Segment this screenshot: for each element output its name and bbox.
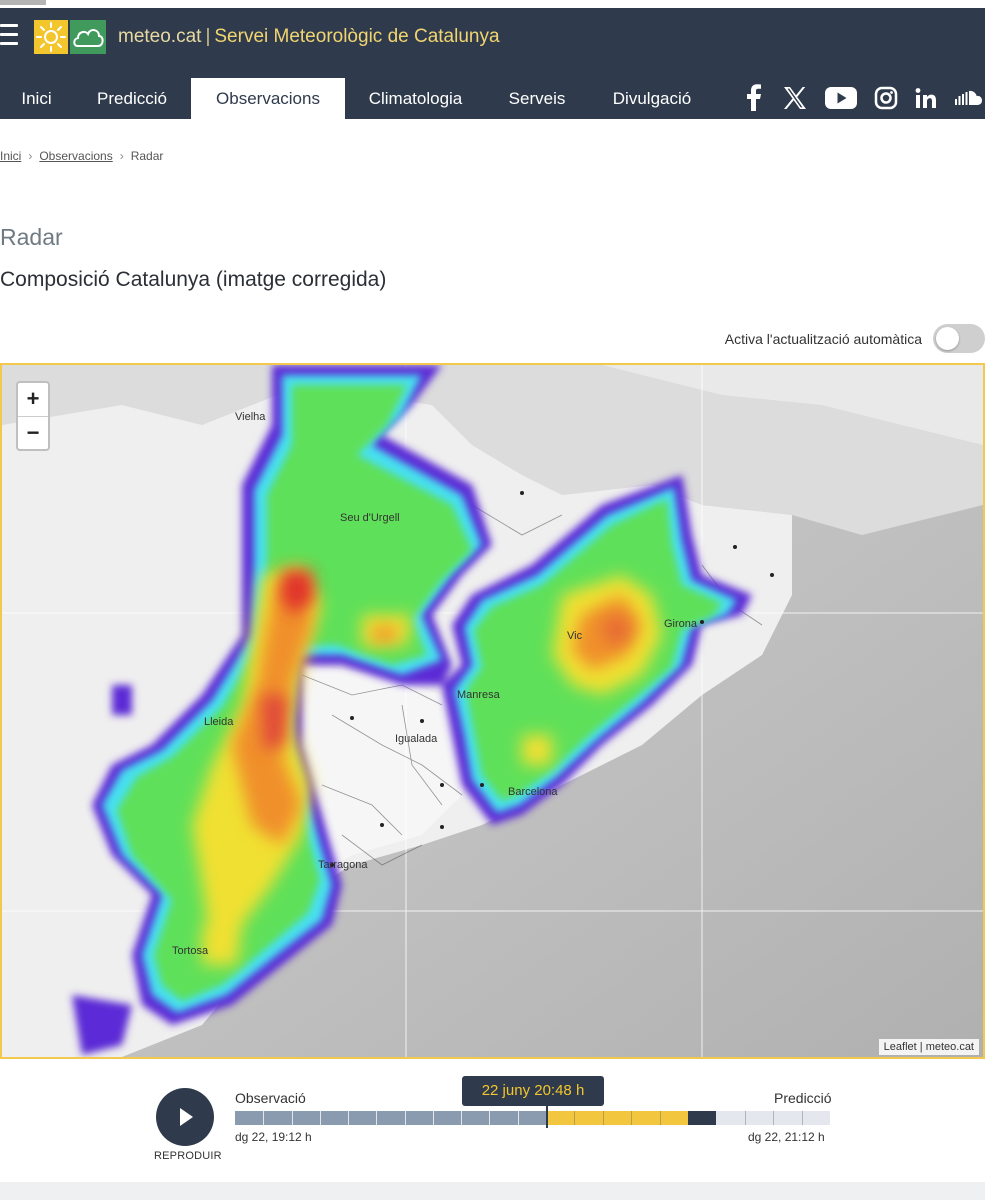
timeline-tick [263, 1111, 264, 1125]
tab-serveis[interactable]: Serveis [486, 78, 588, 119]
gencat-logo [0, 0, 46, 5]
map-label: Manresa [457, 689, 501, 701]
instagram-icon[interactable] [874, 84, 898, 112]
timeline-tick [376, 1111, 377, 1125]
zoom-control: + − [16, 381, 50, 451]
cloud-logo-icon[interactable] [70, 20, 106, 54]
prediction-label: Predicció [774, 1090, 832, 1106]
timeline-tick [773, 1111, 774, 1125]
map-label: Lleida [204, 716, 234, 728]
timeline-tick [660, 1111, 661, 1125]
footer-strip [0, 1182, 985, 1200]
timeline-tick [292, 1111, 293, 1125]
main-nav: Inici Predicció Observacions Climatologi… [0, 78, 985, 119]
sun-logo-icon[interactable] [34, 20, 68, 54]
current-step-segment[interactable] [688, 1111, 716, 1125]
soundcloud-icon[interactable] [954, 84, 985, 112]
timeline-tick [574, 1111, 575, 1125]
timeline-tick [802, 1111, 803, 1125]
leaflet-link[interactable]: Leaflet [884, 1041, 917, 1053]
timeline-tick [489, 1111, 490, 1125]
timeline-cursor[interactable] [546, 1104, 548, 1128]
observation-segment[interactable] [235, 1111, 546, 1125]
timeline-tick [405, 1111, 406, 1125]
chevron-right-icon: › [119, 149, 124, 163]
page-subtitle: Composició Catalunya (imatge corregida) [0, 268, 387, 291]
play-label: REPRODUIR [154, 1150, 222, 1162]
play-button[interactable] [156, 1088, 214, 1146]
site-title: Servei Meteorològic de Catalunya [214, 26, 500, 47]
timeline-end: dg 22, 21:12 h [748, 1130, 825, 1144]
linkedin-icon[interactable] [914, 84, 938, 112]
site-name: meteo.cat [118, 26, 202, 47]
tab-prediccio[interactable]: Predicció [73, 78, 191, 119]
map-label: Tortosa [172, 945, 209, 957]
page-title: Radar [0, 224, 63, 250]
map-label: Seu d'Urgell [340, 512, 400, 524]
breadcrumb-observacions[interactable]: Observacions [39, 149, 112, 163]
timeline-tick [433, 1111, 434, 1125]
timeline-tick [745, 1111, 746, 1125]
tab-observacions[interactable]: Observacions [191, 78, 345, 119]
timeline-tick [320, 1111, 321, 1125]
breadcrumb-current: Radar [130, 149, 164, 163]
map-canvas: Vielha Seu d'Urgell Vic Girona Lleida Ig… [2, 365, 983, 1057]
observation-label: Observació [235, 1090, 306, 1106]
site-header: meteo.cat | Servei Meteorològic de Catalun… [0, 8, 985, 78]
prediction-segment[interactable] [546, 1111, 688, 1125]
tab-divulgacio[interactable]: Divulgació [588, 78, 716, 119]
timeline-tick [348, 1111, 349, 1125]
chevron-right-icon: › [28, 149, 33, 163]
current-time-badge: 22 juny 20:48 h [462, 1076, 604, 1106]
x-icon[interactable] [783, 84, 807, 112]
map-attribution: Leaflet | meteo.cat [878, 1039, 979, 1055]
map-label: Vielha [235, 411, 266, 423]
autoupdate-toggle[interactable] [933, 324, 985, 353]
timeline-tick [518, 1111, 519, 1125]
autoupdate-label: Activa l'actualització automàtica [724, 331, 922, 347]
timeline-tick [461, 1111, 462, 1125]
menu-icon[interactable] [0, 22, 18, 50]
zoom-out-button[interactable]: − [18, 417, 48, 450]
radar-map[interactable]: Vielha Seu d'Urgell Vic Girona Lleida Ig… [0, 363, 985, 1059]
site-brand[interactable]: meteo.cat | Servei Meteorològic de Catalun… [118, 26, 500, 48]
meteocat-link[interactable]: meteo.cat [926, 1041, 974, 1053]
breadcrumb: Inici › Observacions › Radar [0, 149, 163, 163]
zoom-in-button[interactable]: + [18, 383, 48, 417]
toggle-knob [936, 327, 959, 350]
timeline-tick [603, 1111, 604, 1125]
tab-climatologia[interactable]: Climatologia [345, 78, 486, 119]
map-label: Vic [567, 630, 583, 642]
timeline-track[interactable] [235, 1111, 830, 1125]
brand-separator: | [205, 26, 211, 47]
facebook-icon[interactable] [745, 84, 763, 112]
map-label: Tarragona [318, 859, 368, 871]
map-label: Igualada [395, 733, 438, 745]
attribution-separator: | [919, 1041, 923, 1053]
map-label: Barcelona [508, 786, 558, 798]
play-icon [180, 1108, 193, 1126]
tab-inici[interactable]: Inici [0, 78, 73, 119]
timeline-tick [631, 1111, 632, 1125]
timeline-start: dg 22, 19:12 h [235, 1130, 312, 1144]
map-label: Girona [664, 618, 698, 630]
breadcrumb-inici[interactable]: Inici [0, 149, 21, 163]
youtube-icon[interactable] [824, 84, 858, 112]
